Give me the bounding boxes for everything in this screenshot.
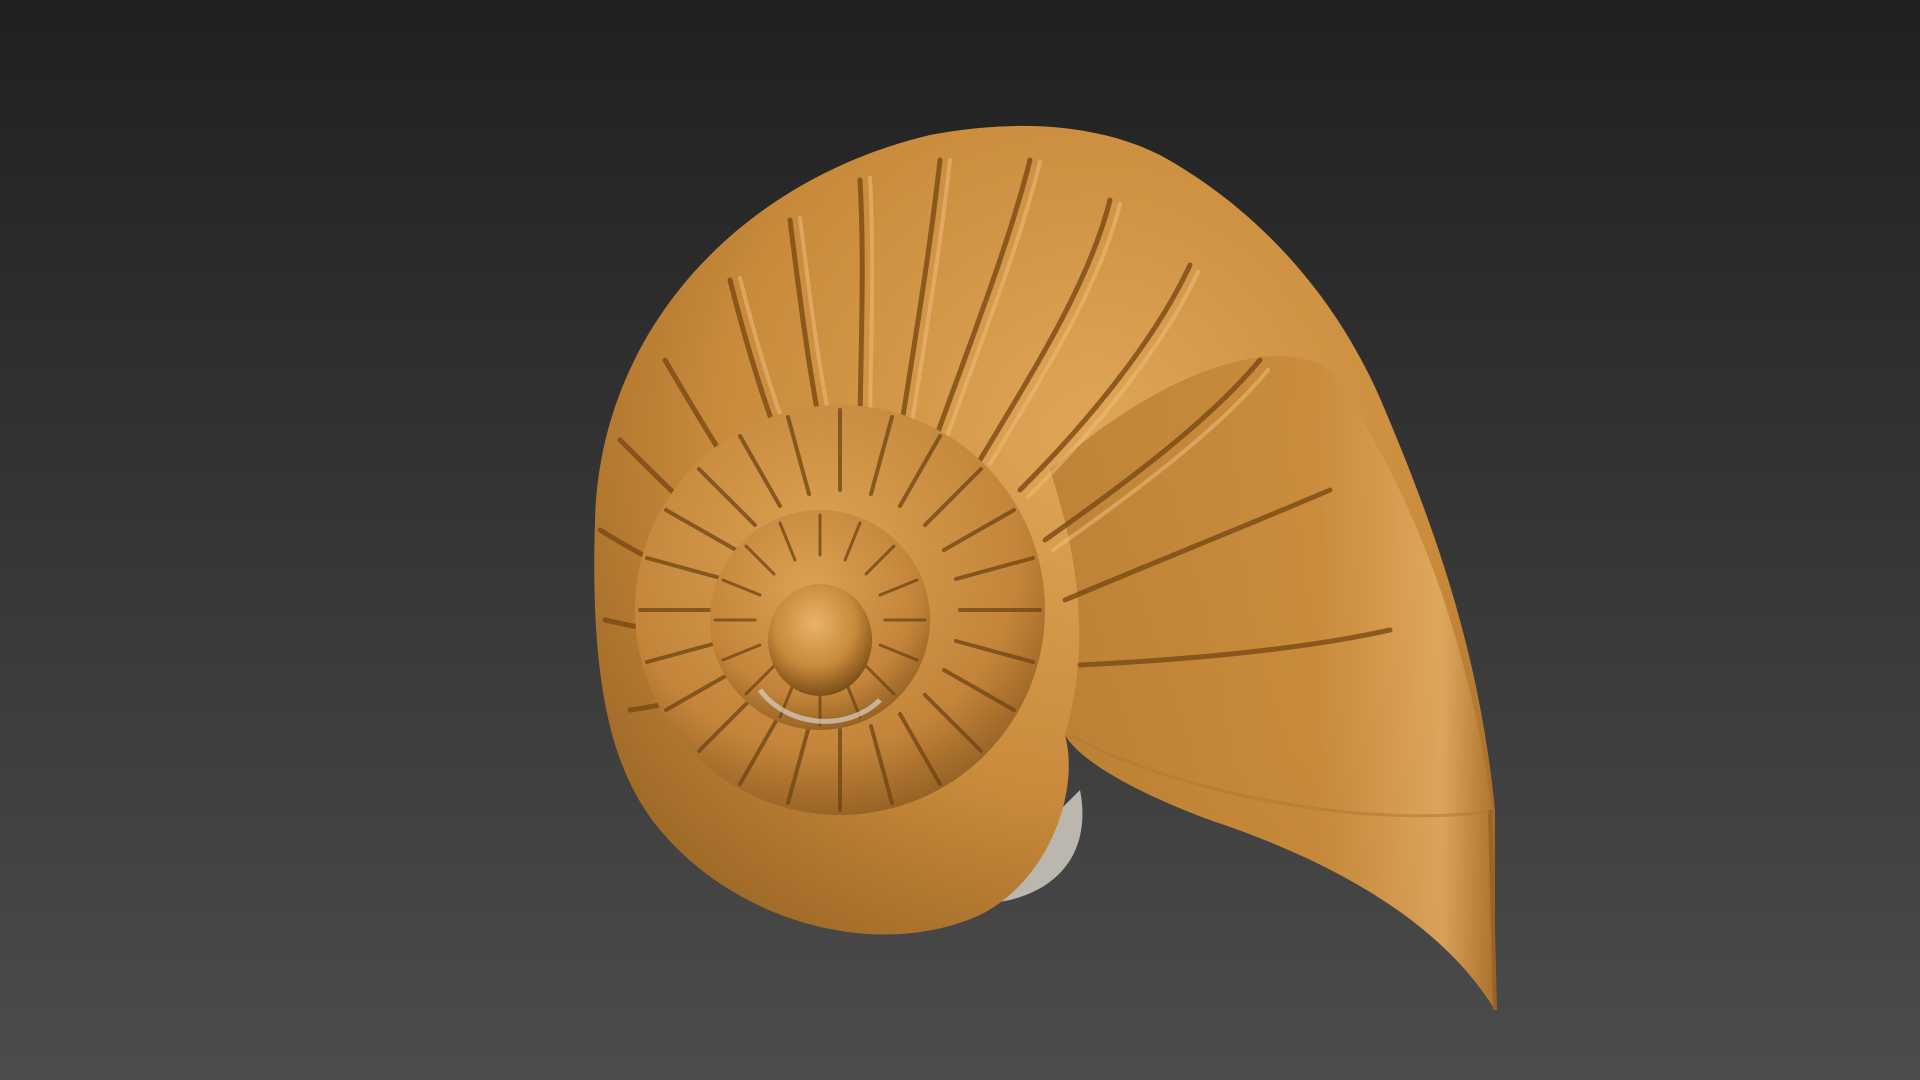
shell-tail-highlight (1050, 356, 1495, 1010)
shell-center-bump (768, 584, 872, 696)
3d-viewport[interactable] (0, 0, 1920, 1080)
nautilus-shell-model[interactable] (0, 0, 1920, 1080)
